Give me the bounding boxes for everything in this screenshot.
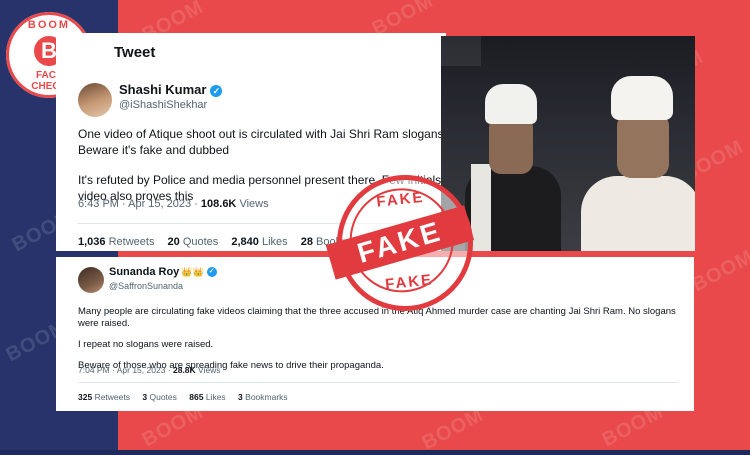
bookmarks-stat[interactable]: 3 Bookmarks — [238, 392, 288, 402]
retweets-stat[interactable]: 1,036 Retweets — [78, 236, 154, 248]
tweet-timestamp[interactable]: 6:43 PM · Apr 15, 2023 · 108.6K Views — [78, 198, 269, 210]
video-still-image — [441, 36, 695, 251]
quotes-stat[interactable]: 20 Quotes — [168, 236, 219, 248]
person-right-cap — [611, 76, 673, 120]
crown-icon: 👑👑 — [181, 267, 204, 277]
likes-stat[interactable]: 2,840 Likes — [231, 236, 287, 248]
person-left-face — [489, 116, 533, 174]
photo-background-light — [441, 36, 481, 66]
tweet-timestamp[interactable]: 7:04 PM · Apr 15, 2023 · 28.8K Views — [78, 365, 221, 375]
tweet-author-name[interactable]: Shashi Kumar ✓ — [119, 82, 223, 97]
person-left-scarf — [471, 164, 491, 251]
tweet-author-name[interactable]: Sunanda Roy 👑👑 ✓ — [109, 266, 217, 278]
person-right-body — [581, 176, 695, 251]
tweet-author-handle[interactable]: @SaffronSunanda — [109, 281, 183, 291]
verified-badge-icon: ✓ — [206, 267, 217, 278]
avatar[interactable] — [78, 267, 104, 293]
person-left-cap — [485, 84, 537, 124]
person-right-face — [617, 112, 669, 178]
badge-top-text: BOOM — [27, 19, 71, 31]
divider — [78, 382, 678, 383]
tweet-author-handle[interactable]: @iShashiShekhar — [119, 99, 207, 111]
likes-stat[interactable]: 865 Likes — [189, 392, 225, 402]
tweet-stats: 325 Retweets 3 Quotes 865 Likes 3 Bookma… — [78, 392, 298, 402]
verified-badge-icon: ✓ — [210, 84, 223, 97]
tweet-header: Tweet — [114, 44, 156, 61]
quotes-stat[interactable]: 3 Quotes — [142, 392, 177, 402]
retweets-stat[interactable]: 325 Retweets — [78, 392, 130, 402]
avatar[interactable] — [78, 83, 112, 117]
